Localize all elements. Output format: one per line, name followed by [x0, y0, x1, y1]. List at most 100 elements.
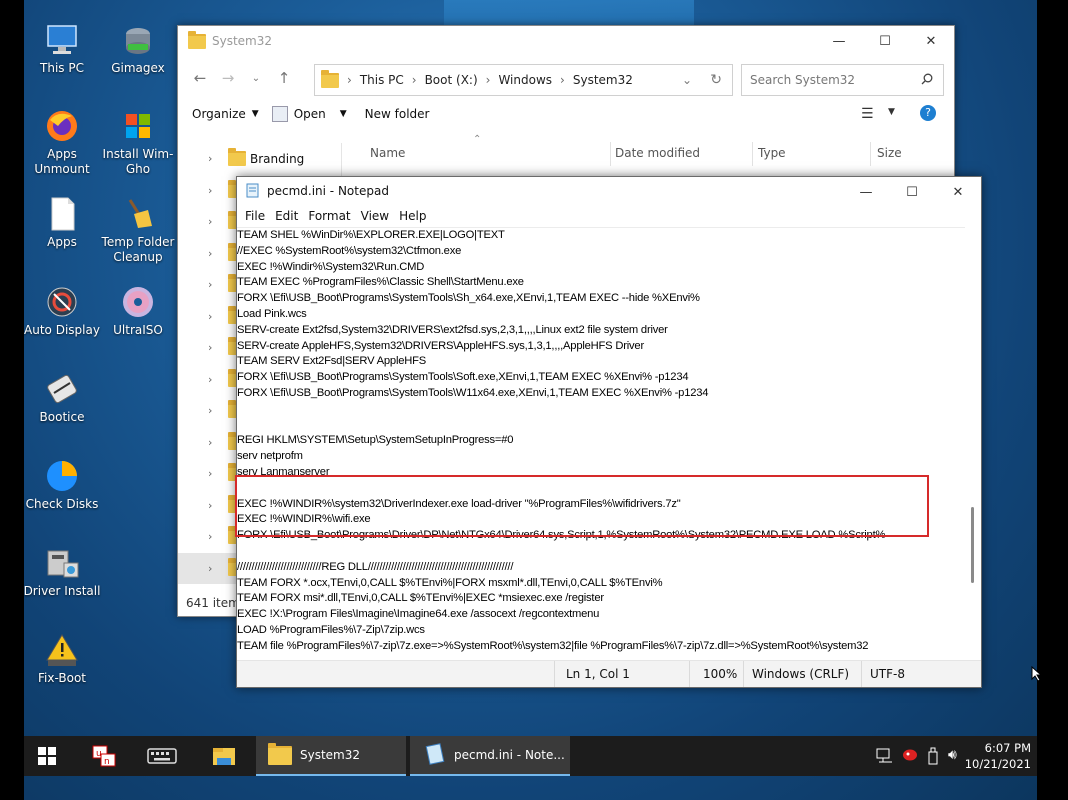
taskbar-item-notepad[interactable]: pecmd.ini - Note...	[410, 736, 570, 776]
desktop-icon-auto-display[interactable]: Auto Display	[24, 284, 104, 338]
notepad-title-bar[interactable]: pecmd.ini - Notepad — ☐ ✕	[237, 177, 981, 205]
new-folder-button[interactable]: New folder	[365, 107, 430, 121]
column-type[interactable]: Type	[758, 146, 786, 160]
notepad-window[interactable]: pecmd.ini - Notepad — ☐ ✕ File Edit Form…	[236, 176, 982, 688]
recent-dropdown-icon[interactable]: ⌄	[242, 73, 270, 84]
menu-view[interactable]: View	[361, 209, 389, 223]
breadcrumb-item[interactable]: System32	[573, 73, 633, 87]
breadcrumb-item[interactable]: Windows	[498, 73, 552, 87]
close-button[interactable]: ✕	[908, 26, 954, 56]
volume-icon[interactable]: 🔊︎	[948, 747, 957, 763]
desktop-icon-install-wim-gho[interactable]: Install Wim-Gho	[96, 108, 180, 177]
forward-arrow-icon[interactable]: →	[214, 69, 242, 87]
text-line: TEAM EXEC %ProgramFiles%\Classic Shell\S…	[237, 276, 524, 289]
back-arrow-icon[interactable]: ←	[186, 69, 214, 87]
usb-drive-icon[interactable]	[927, 747, 939, 768]
breadcrumb-item[interactable]: This PC	[360, 73, 404, 87]
refresh-icon[interactable]: ↻	[710, 72, 722, 88]
taskbar-item-system32[interactable]: System32	[256, 736, 406, 776]
chevron-right-icon[interactable]: ›	[208, 184, 212, 197]
desktop-icon-label: This PC	[40, 61, 84, 75]
clock[interactable]: 6:07 PM 10/21/2021	[965, 736, 1031, 780]
text-line: //EXEC %SystemRoot%\system32\Ctfmon.exe	[237, 244, 462, 257]
chevron-right-icon[interactable]: ›	[208, 530, 212, 543]
desktop-icon-bootice[interactable]: Bootice	[24, 371, 104, 425]
desktop-icon-label: Temp Folder Cleanup	[101, 235, 175, 264]
chevron-right-icon[interactable]: ›	[208, 467, 212, 480]
chevron-down-icon[interactable]: ▼	[888, 107, 895, 117]
chevron-right-icon[interactable]: ›	[208, 215, 212, 228]
up-arrow-icon[interactable]: ↑	[270, 69, 298, 87]
menu-edit[interactable]: Edit	[275, 209, 298, 223]
line-ending: Windows (CRLF)	[752, 667, 850, 681]
column-name[interactable]: Name	[370, 146, 405, 160]
chevron-right-icon: ›	[560, 73, 565, 87]
maximize-button[interactable]: ☐	[889, 177, 935, 207]
view-options-icon[interactable]: ☰	[861, 106, 874, 122]
chevron-right-icon[interactable]: ›	[208, 436, 212, 449]
window-title: System32	[212, 34, 273, 48]
chevron-right-icon[interactable]: ›	[208, 404, 212, 417]
chevron-right-icon[interactable]: ›	[208, 247, 212, 260]
menu-file[interactable]: File	[245, 209, 265, 223]
chevron-right-icon: ›	[411, 73, 417, 87]
desktop-icon-label: Apps	[47, 235, 77, 249]
desktop-icon-fix-boot[interactable]: Fix-Boot	[24, 632, 104, 686]
desktop-icon-driver-install[interactable]: Driver Install	[24, 545, 104, 599]
maximize-button[interactable]: ☐	[862, 26, 908, 56]
help-icon[interactable]: ?	[920, 105, 936, 121]
desktop-icon-apps[interactable]: Apps	[24, 196, 104, 250]
column-date-modified[interactable]: Date modified	[615, 146, 700, 160]
open-button[interactable]: Open ▼	[271, 106, 347, 122]
search-input[interactable]: Search System32	[741, 64, 944, 96]
keyboard-button[interactable]	[142, 736, 182, 776]
notepad-menu-bar: File Edit Format View Help	[237, 205, 981, 227]
vertical-scrollbar[interactable]	[965, 227, 981, 651]
language-button[interactable]: un	[84, 736, 124, 776]
chevron-right-icon[interactable]: ›	[208, 562, 212, 575]
breadcrumb-item[interactable]: Boot (X:)	[425, 73, 478, 87]
text-line: TEAM file %ProgramFiles%\7-zip\7z.exe=>%…	[237, 639, 869, 652]
folder-icon	[228, 148, 246, 167]
desktop-icon-apps-unmount[interactable]: Apps Unmount	[24, 108, 104, 177]
chevron-right-icon[interactable]: ›	[208, 373, 212, 386]
explorer-title-bar[interactable]: System32 — ☐ ✕	[178, 26, 954, 56]
close-button[interactable]: ✕	[935, 177, 981, 207]
start-button[interactable]	[24, 736, 70, 776]
text-line: EXEC !%Windir%\System32\Run.CMD	[237, 260, 425, 273]
svg-text:u: u	[96, 749, 102, 759]
windows-logo-icon	[120, 108, 156, 144]
menu-format[interactable]: Format	[308, 209, 350, 223]
text-line: FORX \Efi\USB_Boot\Programs\SystemTools\…	[237, 292, 700, 305]
tray-app-icon[interactable]	[902, 748, 918, 765]
nav-pane-item[interactable]: › Branding	[178, 143, 341, 175]
desktop-icon-temp-folder-cleanup[interactable]: Temp Folder Cleanup	[96, 196, 180, 265]
menu-help[interactable]: Help	[399, 209, 426, 223]
chevron-right-icon[interactable]: ›	[208, 152, 212, 165]
desktop-icon-gimagex[interactable]: Gimagex	[96, 22, 180, 76]
address-bar[interactable]: › This PC › Boot (X:) › Windows › System…	[314, 64, 733, 96]
column-size[interactable]: Size	[877, 146, 902, 160]
folder-icon	[268, 742, 292, 765]
nav-pane-item-label: Branding	[250, 151, 305, 166]
text-line: TEAM FORX msi*.dll,TEnvi,0,CALL $%TEnvi%…	[237, 592, 604, 605]
scrollbar-thumb[interactable]	[971, 507, 974, 583]
desktop-icon-this-pc[interactable]: This PC	[24, 22, 104, 76]
chevron-right-icon[interactable]: ›	[208, 341, 212, 354]
desktop-icon-ultraiso[interactable]: UltraISO	[96, 284, 180, 338]
network-icon[interactable]	[876, 748, 894, 767]
driver-install-icon	[44, 545, 80, 581]
minimize-button[interactable]: —	[816, 26, 862, 56]
text-editor-area[interactable]: TEAM SHEL %WinDir%\EXPLORER.EXE|LOGO|TEX…	[237, 227, 965, 652]
explorer-nav-bar: ← → ⌄ ↑ › This PC › Boot (X:) › Windows …	[178, 56, 954, 100]
chevron-right-icon[interactable]: ›	[208, 278, 212, 291]
file-explorer-button[interactable]	[202, 736, 246, 776]
chevron-right-icon[interactable]: ›	[208, 310, 212, 323]
desktop-icon-label: Apps Unmount	[34, 147, 90, 176]
organize-button[interactable]: Organize ▼	[192, 107, 259, 121]
pie-chart-icon	[44, 458, 80, 494]
chevron-down-icon[interactable]: ⌄	[682, 73, 692, 87]
desktop-icon-check-disks[interactable]: Check Disks	[24, 458, 104, 512]
minimize-button[interactable]: —	[843, 177, 889, 207]
chevron-right-icon[interactable]: ›	[208, 499, 212, 512]
